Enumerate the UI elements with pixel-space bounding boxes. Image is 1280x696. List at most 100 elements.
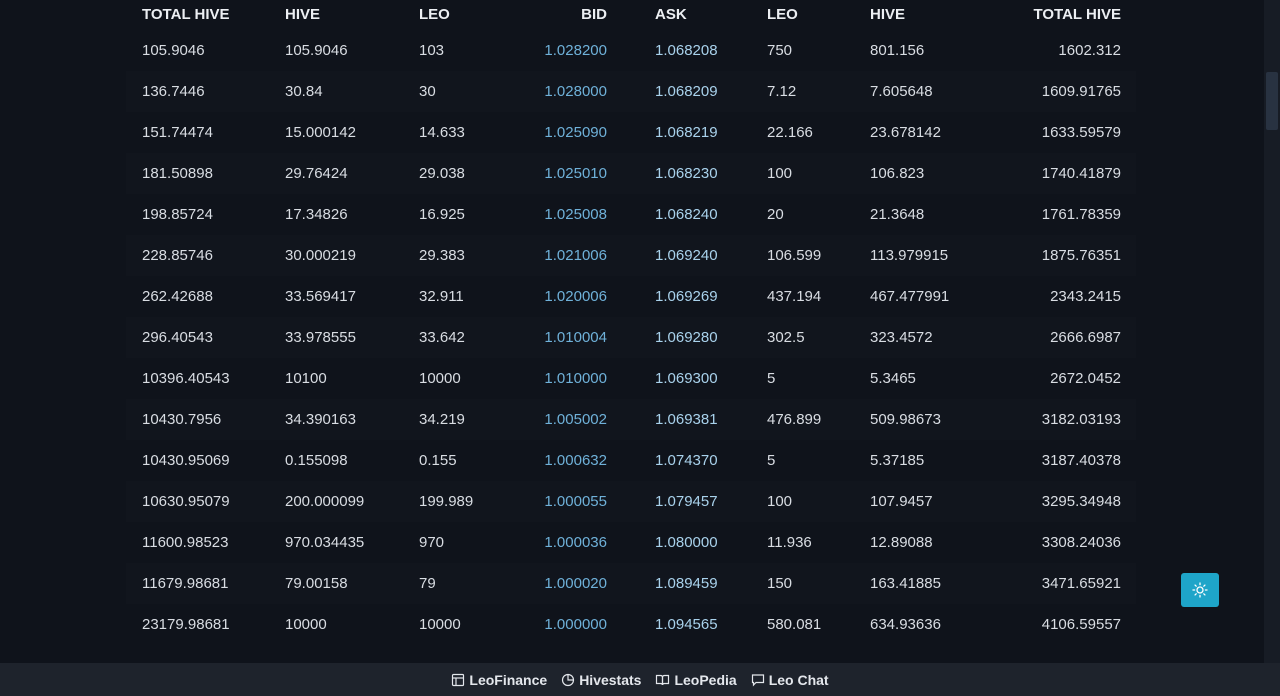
bid-leo-cell: 199.989 <box>419 493 474 510</box>
ask-leo-cell: 750 <box>767 42 793 59</box>
ask-hive-cell: 467.477991 <box>870 288 950 305</box>
bid-total-hive-cell: 151.74474 <box>142 124 213 141</box>
bid-price-cell: 1.010000 <box>544 370 607 387</box>
ask-price-cell: 1.068219 <box>655 124 718 141</box>
bid-hive-cell: 10100 <box>285 370 327 387</box>
table-row: 181.50898 29.76424 29.038 1.025010 1.068230 1… <box>126 153 1136 194</box>
ask-total-hive-cell: 3308.24036 <box>1041 534 1121 551</box>
table-row: 10396.40543 10100 10000 1.010000 1.069300 5 5.… <box>126 358 1136 399</box>
ask-price-cell: 1.069240 <box>655 247 718 264</box>
ask-total-hive-cell: 3187.40378 <box>1041 452 1121 469</box>
footer-link-label: Hivestats <box>579 671 642 688</box>
table-body: 105.9046 105.9046 103 1.028200 1.068208 750 80… <box>126 30 1136 645</box>
bid-price-cell: 1.028000 <box>544 83 607 100</box>
bid-hive-cell: 30.84 <box>285 83 323 100</box>
footer-link-leofinance[interactable]: LeoFinance <box>451 672 547 688</box>
bid-total-hive-cell: 11600.98523 <box>142 534 229 551</box>
scrollbar-thumb[interactable] <box>1266 72 1278 130</box>
scrollbar[interactable] <box>1264 0 1280 663</box>
chat-icon <box>751 673 764 686</box>
bid-total-hive-cell: 105.9046 <box>142 42 205 59</box>
ask-leo-cell: 20 <box>767 206 784 223</box>
bid-price-cell: 1.000020 <box>544 575 607 592</box>
bid-hive-cell: 17.34826 <box>285 206 348 223</box>
table-row: 136.7446 30.84 30 1.028000 1.068209 7.12 7.605… <box>126 71 1136 112</box>
bid-total-hive-cell: 10630.95079 <box>142 493 230 510</box>
newspaper-icon <box>452 673 465 686</box>
bid-hive-cell: 30.000219 <box>285 247 356 264</box>
bid-price-cell: 1.000055 <box>544 493 607 510</box>
ask-total-hive-cell: 3295.34948 <box>1041 493 1121 510</box>
bid-total-hive-cell: 296.40543 <box>142 329 213 346</box>
table-row: 10430.7956 34.390163 34.219 1.005002 1.06938… <box>126 399 1136 440</box>
bid-price-cell: 1.025008 <box>544 206 607 223</box>
ask-hive-cell: 323.4572 <box>870 329 933 346</box>
bid-leo-cell: 33.642 <box>419 329 465 346</box>
bid-total-hive-cell: 136.7446 <box>142 83 205 100</box>
bid-hive-cell: 200.000099 <box>285 493 365 510</box>
ask-price-cell: 1.069381 <box>655 411 718 428</box>
header-bid-total-hive: TOTAL HIVE <box>142 6 230 23</box>
footer-link-leo-chat[interactable]: Leo Chat <box>751 672 829 688</box>
table-row: 262.42688 33.569417 32.911 1.020006 1.069269… <box>126 276 1136 317</box>
ask-hive-cell: 509.98673 <box>870 411 941 428</box>
book-icon <box>656 674 670 685</box>
header-ask-total-hive: TOTAL HIVE <box>1033 6 1121 23</box>
bid-leo-cell: 10000 <box>419 616 461 633</box>
ask-total-hive-cell: 1609.91765 <box>1041 83 1121 100</box>
bid-hive-cell: 10000 <box>285 616 327 633</box>
bid-leo-cell: 970 <box>419 534 445 551</box>
orderbook-page: TOTAL HIVE HIVE LEO BID ASK LEO HIVE TOT… <box>0 0 1280 696</box>
ask-hive-cell: 163.41885 <box>870 575 941 592</box>
bid-leo-cell: 79 <box>419 575 436 592</box>
ask-total-hive-cell: 1875.76351 <box>1041 247 1121 264</box>
bid-leo-cell: 0.155 <box>419 452 457 469</box>
ask-price-cell: 1.074370 <box>655 452 718 469</box>
ask-total-hive-cell: 2343.2415 <box>1050 288 1121 305</box>
ask-hive-cell: 12.89088 <box>870 534 933 551</box>
ask-price-cell: 1.069269 <box>655 288 718 305</box>
footer-nav: LeoFinance Hivestats LeoPedia Leo Chat <box>0 663 1280 696</box>
footer-link-label: LeoFinance <box>469 671 548 688</box>
bid-leo-cell: 32.911 <box>419 288 464 305</box>
bid-total-hive-cell: 228.85746 <box>142 247 213 264</box>
footer-link-hivestats[interactable]: Hivestats <box>561 672 641 688</box>
ask-leo-cell: 100 <box>767 165 793 182</box>
bid-price-cell: 1.010004 <box>544 329 607 346</box>
ask-total-hive-cell: 2672.0452 <box>1050 370 1121 387</box>
ask-price-cell: 1.068240 <box>655 206 718 223</box>
bid-leo-cell: 16.925 <box>419 206 465 223</box>
ask-hive-cell: 106.823 <box>870 165 925 182</box>
bid-price-cell: 1.028200 <box>544 42 607 59</box>
table-header: TOTAL HIVE HIVE LEO BID ASK LEO HIVE TOT… <box>126 0 1136 30</box>
bid-total-hive-cell: 10430.95069 <box>142 452 230 469</box>
bid-leo-cell: 29.383 <box>419 247 465 264</box>
bid-hive-cell: 105.9046 <box>285 42 348 59</box>
header-ask-hive: HIVE <box>870 6 906 23</box>
ask-leo-cell: 7.12 <box>767 83 797 100</box>
ask-leo-cell: 5 <box>767 452 776 469</box>
table-row: 11679.98681 79.00158 79 1.000020 1.089459 150… <box>126 563 1136 604</box>
theme-toggle-button[interactable] <box>1181 573 1219 607</box>
header-bid-leo: LEO <box>419 6 450 23</box>
footer-link-leopedia[interactable]: LeoPedia <box>655 672 737 688</box>
ask-total-hive-cell: 1740.41879 <box>1041 165 1121 182</box>
ask-total-hive-cell: 1633.59579 <box>1041 124 1121 141</box>
table-row: 228.85746 30.000219 29.383 1.021006 1.069240… <box>126 235 1136 276</box>
ask-price-cell: 1.068230 <box>655 165 718 182</box>
header-ask: ASK <box>655 6 687 23</box>
bid-hive-cell: 29.76424 <box>285 165 348 182</box>
ask-hive-cell: 7.605648 <box>870 83 933 100</box>
ask-price-cell: 1.068209 <box>655 83 718 100</box>
bid-hive-cell: 15.000142 <box>285 124 356 141</box>
bid-hive-cell: 33.569417 <box>285 288 356 305</box>
ask-leo-cell: 437.194 <box>767 288 822 305</box>
order-book-table: TOTAL HIVE HIVE LEO BID ASK LEO HIVE TOT… <box>126 0 1136 663</box>
ask-leo-cell: 22.166 <box>767 124 813 141</box>
bid-total-hive-cell: 198.85724 <box>142 206 213 223</box>
ask-leo-cell: 580.081 <box>767 616 822 633</box>
table-row: 11600.98523 970.034435 970 1.000036 1.080000… <box>126 522 1136 563</box>
bid-hive-cell: 970.034435 <box>285 534 365 551</box>
table-row: 296.40543 33.978555 33.642 1.010004 1.069280… <box>126 317 1136 358</box>
ask-price-cell: 1.094565 <box>655 616 718 633</box>
